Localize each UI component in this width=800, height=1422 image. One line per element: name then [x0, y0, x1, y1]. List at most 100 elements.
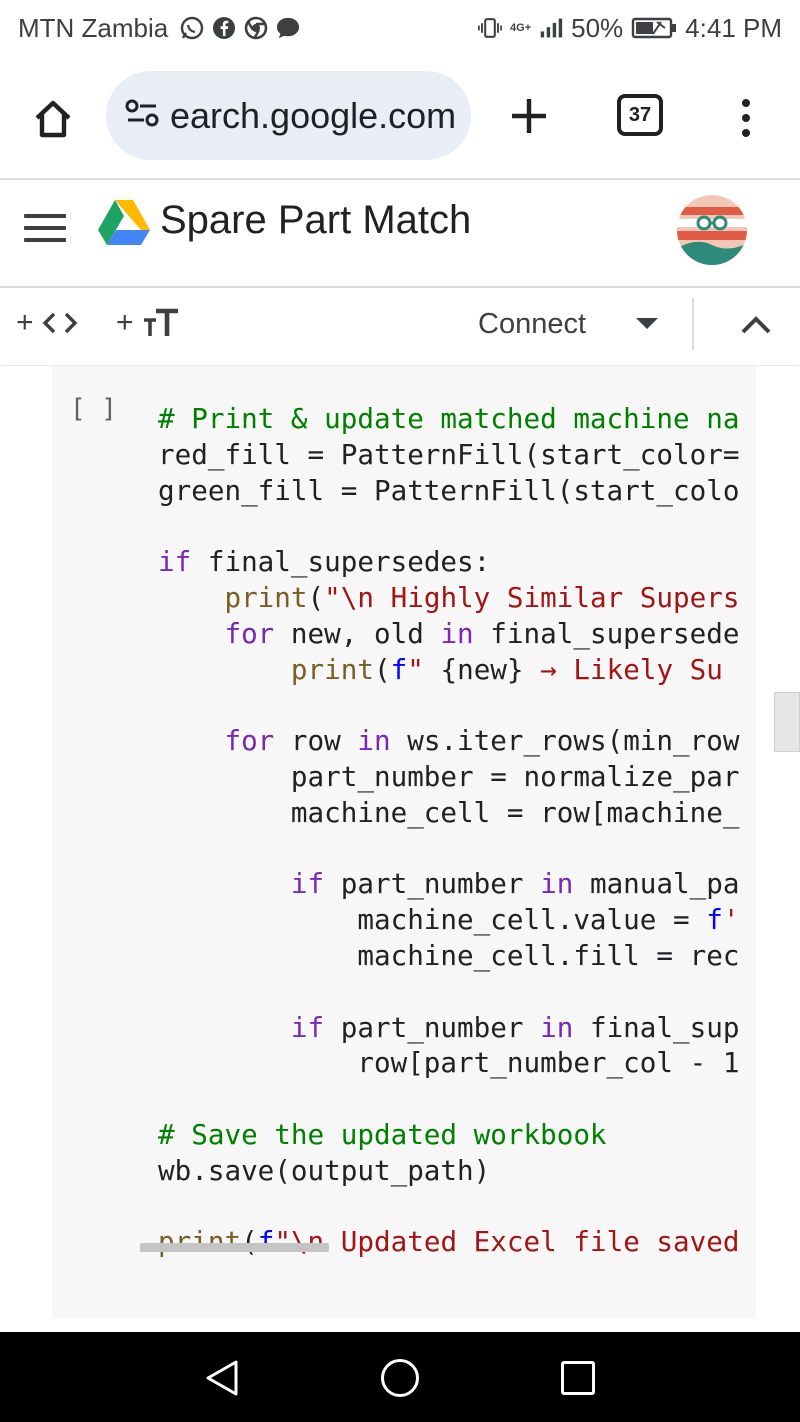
code-line[interactable] — [158, 1081, 740, 1117]
messenger-icon — [276, 16, 300, 40]
code-token-keyword: if — [290, 867, 325, 901]
code-line[interactable]: for new, old in final_supersede — [158, 616, 740, 652]
status-bar: MTN Zambia 4G+ 50% 4:41 PM — [0, 0, 800, 56]
code-line[interactable]: part_number = normalize_par — [158, 759, 740, 795]
code-line[interactable]: print(f" {new} → Likely Su — [158, 652, 740, 688]
code-token-name — [158, 617, 224, 650]
code-token-comment: # Save the updated workbook — [158, 1117, 607, 1151]
connect-dropdown-icon[interactable] — [636, 318, 658, 329]
whatsapp-business-icon — [180, 16, 204, 40]
collapse-toolbar-icon[interactable] — [738, 310, 774, 340]
code-token-prefix: f — [706, 903, 723, 937]
code-token-keyword: in — [540, 1010, 574, 1044]
network-type-label: 4G+ — [510, 21, 532, 34]
code-line[interactable] — [158, 1189, 740, 1225]
connect-button[interactable]: Connect — [478, 308, 586, 341]
code-line[interactable]: wb.save(output_path) — [158, 1153, 740, 1189]
code-line[interactable]: if part_number in final_sup — [158, 1010, 740, 1046]
code-token-string: ' — [722, 903, 740, 937]
code-token-name: row — [274, 724, 358, 758]
battery-percent: 50% — [571, 12, 624, 43]
code-token-keyword: for — [224, 724, 275, 758]
code-line[interactable]: machine_cell = row[machine_ — [158, 795, 740, 831]
code-line[interactable]: for row in ws.iter_rows(min_row — [158, 723, 740, 759]
code-line[interactable]: # Save the updated workbook — [158, 1117, 740, 1153]
code-token-name: wb.save(output_path) — [158, 1153, 491, 1187]
overflow-menu-button[interactable] — [728, 90, 764, 146]
home-icon[interactable] — [381, 1359, 419, 1397]
home-icon — [35, 100, 71, 138]
code-token-name: ( — [373, 652, 391, 686]
code-editor[interactable]: # Print & update matched machine na red_f… — [158, 401, 740, 1260]
code-token-keyword: in — [540, 867, 574, 901]
hamburger-menu-button[interactable] — [24, 210, 66, 246]
code-line[interactable]: if final_supersedes: — [158, 544, 740, 580]
browser-toolbar: earch.google.com 37 — [0, 56, 800, 178]
site-settings-icon[interactable] — [124, 98, 160, 133]
code-token-prefix: f — [257, 1225, 275, 1259]
code-token-string: "\n Updated Excel file saved — [274, 1225, 740, 1259]
code-line[interactable]: machine_cell.fill = rec — [158, 938, 740, 974]
user-avatar[interactable] — [676, 193, 748, 272]
back-icon[interactable] — [202, 1358, 242, 1398]
code-token-name: final_supersede — [473, 616, 740, 650]
code-token-prefix: f — [390, 652, 408, 686]
code-token-name: machine_cell = row[machine_ — [158, 795, 740, 829]
code-token-number: 1 — [722, 1046, 740, 1080]
google-drive-icon — [98, 200, 150, 245]
code-cell[interactable]: [ ] # Print & update matched machine na r… — [52, 366, 756, 1318]
code-token-keyword: in — [440, 616, 474, 650]
notebook-area: [ ] # Print & update matched machine na r… — [0, 366, 800, 1332]
url-text: earch.google.com — [170, 94, 457, 136]
code-token-name: final_supersedes: — [191, 545, 491, 579]
code-token-name: ws.iter_rows(min_row — [390, 724, 740, 758]
battery-icon — [631, 16, 677, 40]
code-line[interactable]: # Print & update matched machine na — [158, 401, 740, 437]
code-line[interactable]: if part_number in manual_pa — [158, 866, 740, 902]
code-line[interactable]: row[part_number_col - 1 — [158, 1045, 740, 1081]
code-token-comment: # Print & update matched machine na — [158, 402, 740, 435]
code-line[interactable] — [158, 687, 740, 723]
code-token-builtin: print — [224, 580, 308, 614]
status-left: MTN Zambia — [18, 13, 300, 44]
code-line[interactable] — [158, 831, 740, 867]
code-line[interactable]: red_fill = PatternFill(start_color= — [158, 437, 740, 473]
code-line[interactable] — [158, 508, 740, 544]
code-token-name: machine_cell.fill = rec — [158, 938, 740, 972]
address-bar[interactable]: earch.google.com — [106, 71, 471, 160]
code-token-name: new, old — [274, 616, 441, 650]
add-text-cell-button[interactable]: + — [116, 306, 180, 340]
code-line[interactable] — [158, 974, 740, 1010]
code-token-name — [158, 867, 291, 900]
plus-icon: + — [16, 306, 34, 339]
code-line[interactable]: machine_cell.value = f' — [158, 902, 740, 938]
status-right: 4G+ 50% 4:41 PM — [478, 13, 782, 44]
code-token-name: final_sup — [573, 1010, 740, 1044]
vibrate-icon — [478, 16, 503, 40]
recents-icon[interactable] — [561, 1361, 595, 1395]
code-token-name — [158, 1011, 291, 1044]
code-token-name: row[part_number_col - — [158, 1046, 723, 1080]
notification-icons — [180, 16, 300, 40]
text-format-icon — [143, 308, 178, 336]
add-code-cell-button[interactable]: + — [16, 306, 78, 340]
toolbar-separator — [692, 298, 694, 350]
menu-dot — [742, 99, 750, 107]
tab-switcher-button[interactable]: 37 — [617, 94, 663, 136]
notebook-title[interactable]: Spare Part Match — [160, 198, 471, 243]
code-line[interactable]: green_fill = PatternFill(start_colo — [158, 473, 740, 509]
horizontal-scrollbar[interactable] — [140, 1243, 329, 1252]
code-token-name: part_number — [324, 867, 541, 901]
cell-run-button[interactable]: [ ] — [70, 394, 117, 424]
home-button[interactable] — [26, 92, 80, 146]
code-token-name: part_number — [324, 1010, 541, 1044]
new-tab-button[interactable] — [505, 88, 553, 144]
notebook-toolbar: + + Connect — [0, 288, 800, 365]
carrier-name: MTN Zambia — [18, 12, 169, 43]
code-line[interactable]: print("\n Highly Similar Supers — [158, 580, 740, 616]
code-token-name: {new} — [440, 652, 524, 686]
code-token-name — [158, 581, 224, 614]
vertical-scrollbar[interactable] — [774, 692, 800, 752]
hamburger-line — [24, 238, 66, 242]
system-navigation-bar — [0, 1332, 800, 1422]
